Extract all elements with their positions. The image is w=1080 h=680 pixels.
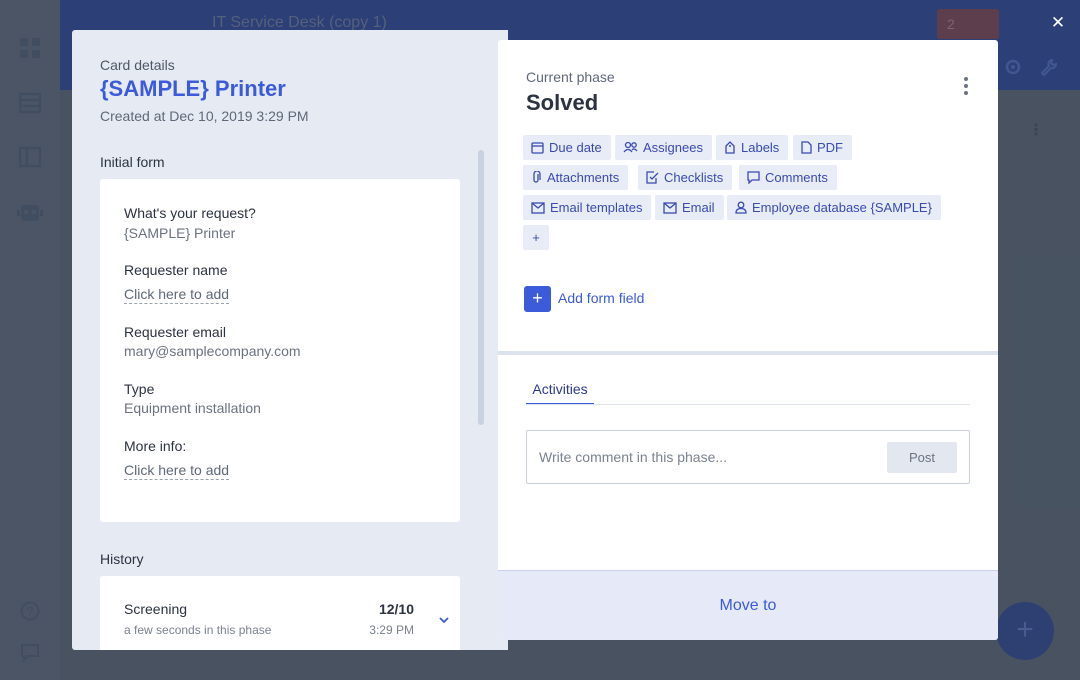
post-comment-button[interactable]: Post bbox=[887, 442, 957, 473]
add-form-field-icon[interactable]: + bbox=[524, 286, 551, 312]
chip-attachments[interactable]: Attachments bbox=[523, 165, 629, 190]
envelope-icon bbox=[531, 202, 545, 214]
checklist-icon bbox=[646, 171, 659, 184]
chip-label: Comments bbox=[765, 170, 828, 185]
move-to-button[interactable]: Move to bbox=[498, 570, 998, 640]
phase-menu-icon[interactable] bbox=[958, 76, 974, 96]
requester-name-add-link[interactable]: Click here to add bbox=[124, 286, 230, 304]
chip-label: PDF bbox=[817, 140, 843, 155]
add-chip-button[interactable]: + bbox=[523, 225, 549, 250]
chip-labels[interactable]: Labels bbox=[716, 135, 789, 160]
history-time: 3:29 PM bbox=[369, 623, 414, 637]
history-item[interactable]: Screening a few seconds in this phase 12… bbox=[100, 576, 460, 650]
field-label: More info: bbox=[124, 438, 187, 454]
history-date: 12/10 bbox=[378, 601, 414, 617]
form-field-request: What's your request? {SAMPLE} Printer bbox=[124, 205, 256, 241]
comment-input[interactable] bbox=[539, 443, 879, 471]
form-field-requester-email: Requester email mary@samplecompany.com bbox=[124, 324, 301, 359]
current-phase-name: Solved bbox=[526, 90, 599, 115]
history-phase-name: Screening bbox=[124, 601, 188, 617]
chip-due-date[interactable]: Due date bbox=[523, 135, 611, 160]
chip-label: Employee database {SAMPLE} bbox=[752, 200, 932, 215]
field-value: Equipment installation bbox=[124, 400, 261, 416]
current-phase-panel: Current phase Solved Due date Assignees … bbox=[498, 40, 998, 640]
initial-form-box: What's your request? {SAMPLE} Printer Re… bbox=[100, 179, 460, 522]
field-value: {SAMPLE} Printer bbox=[124, 225, 236, 241]
chip-label: Attachments bbox=[547, 170, 620, 185]
more-info-add-link[interactable]: Click here to add bbox=[124, 462, 230, 480]
form-field-type: Type Equipment installation bbox=[124, 381, 261, 416]
comment-box: Post bbox=[526, 430, 970, 484]
chip-checklists[interactable]: Checklists bbox=[638, 165, 733, 190]
field-value: mary@samplecompany.com bbox=[124, 343, 301, 359]
chip-label: Checklists bbox=[664, 170, 724, 185]
left-panel-scrollbar[interactable] bbox=[478, 150, 484, 425]
chevron-down-icon[interactable] bbox=[438, 612, 450, 624]
tab-underline bbox=[526, 404, 970, 405]
field-label: What's your request? bbox=[124, 205, 256, 221]
close-modal-button[interactable]: ✕ bbox=[1042, 7, 1074, 39]
form-field-requester-name: Requester name Click here to add bbox=[124, 262, 230, 304]
chip-email[interactable]: Email bbox=[655, 195, 724, 220]
current-phase-kicker: Current phase bbox=[526, 69, 615, 85]
chip-label: Email templates bbox=[550, 200, 643, 215]
history-title: History bbox=[100, 551, 144, 567]
form-field-more-info: More info: Click here to add bbox=[124, 438, 230, 480]
person-icon bbox=[735, 201, 747, 214]
history-duration: a few seconds in this phase bbox=[124, 623, 272, 637]
paperclip-icon bbox=[533, 170, 541, 183]
tag-icon bbox=[725, 141, 735, 154]
chip-label: Due date bbox=[549, 140, 602, 155]
envelope-icon bbox=[663, 202, 677, 214]
users-icon bbox=[623, 141, 638, 153]
chip-label: Assignees bbox=[643, 140, 703, 155]
chip-email-templates[interactable]: Email templates bbox=[523, 195, 652, 220]
calendar-icon bbox=[531, 142, 544, 154]
chip-label: Labels bbox=[741, 140, 780, 155]
card-created-at: Created at Dec 10, 2019 3:29 PM bbox=[100, 108, 309, 124]
initial-form-title: Initial form bbox=[100, 154, 165, 170]
field-label: Requester email bbox=[124, 324, 226, 340]
card-details-kicker: Card details bbox=[100, 57, 175, 73]
field-label: Type bbox=[124, 381, 155, 397]
chip-employee-database[interactable]: Employee database {SAMPLE} bbox=[727, 195, 941, 220]
chip-label: Email bbox=[682, 200, 715, 215]
card-details-panel: Card details {SAMPLE} Printer Created at… bbox=[72, 30, 508, 650]
comment-icon bbox=[747, 171, 760, 185]
field-label: Requester name bbox=[124, 262, 228, 278]
section-divider bbox=[498, 351, 998, 355]
chip-comments[interactable]: Comments bbox=[739, 165, 837, 190]
file-icon bbox=[801, 141, 812, 154]
chip-assignees[interactable]: Assignees bbox=[615, 135, 712, 160]
tab-activities[interactable]: Activities bbox=[526, 381, 594, 405]
chip-pdf[interactable]: PDF bbox=[793, 135, 852, 160]
card-title: {SAMPLE} Printer bbox=[100, 76, 286, 101]
add-form-field-button[interactable]: Add form field bbox=[558, 290, 644, 306]
